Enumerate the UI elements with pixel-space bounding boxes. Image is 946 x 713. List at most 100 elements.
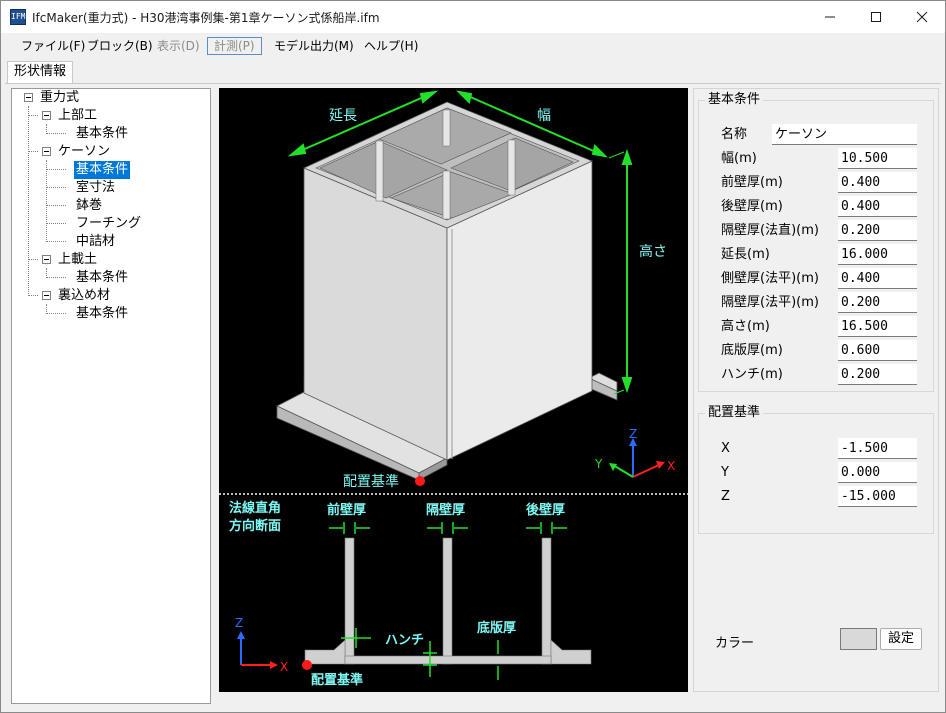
arrow-height-top <box>621 148 633 165</box>
field-label: 隔壁厚(法平)(m) <box>721 295 819 310</box>
menu-file[interactable]: ファイル(F) <box>15 37 91 55</box>
field-label: Z <box>721 489 730 504</box>
front-wall-input[interactable] <box>838 172 917 193</box>
menu-measure[interactable]: 計測(P) <box>207 37 262 55</box>
title-bar: IFM IfcMaker(重力式) - H30港湾事例集-第1章ケーソン式係船岸… <box>1 1 945 33</box>
field-label: 高さ(m) <box>721 319 770 334</box>
label-haunch: ハンチ <box>385 633 424 648</box>
tab-row: 形状情報 <box>1 59 945 83</box>
tree-connector <box>46 205 66 206</box>
maximize-button[interactable] <box>853 1 899 33</box>
field-label: Y <box>721 465 729 480</box>
field-row-haunch: ハンチ(m) <box>699 364 933 385</box>
tree-item-root[interactable]: 重力式 <box>38 89 81 107</box>
label-length: 延長 <box>329 108 357 124</box>
tree-connector <box>46 241 66 242</box>
tree-item-caisson-footing[interactable]: フーチング <box>74 215 143 233</box>
property-panel: 基本条件 名称 幅(m) 前壁厚(m) 後壁厚(m) <box>693 88 939 692</box>
tree-item-backfill[interactable]: 裏込め材 <box>56 287 112 305</box>
field-row-partition-parallel: 隔壁厚(法平)(m) <box>699 292 933 313</box>
field-label: 底版厚(m) <box>721 343 783 358</box>
tree-item-caisson-filling[interactable]: 中詰材 <box>74 233 117 251</box>
width-input[interactable] <box>838 148 917 169</box>
label-front-wall: 前壁厚 <box>327 502 366 518</box>
model-viewport[interactable]: 延長 幅 高さ 配置基準 Z X Y 法線直角 方向断面 前壁厚 隔壁厚 後壁厚… <box>219 88 688 692</box>
tree-connector <box>46 169 66 170</box>
tree-expander-superstructure[interactable] <box>42 111 51 120</box>
field-row-side-wall: 側壁厚(法平)(m) <box>699 268 933 289</box>
field-row-partition-normal: 隔壁厚(法直)(m) <box>699 220 933 241</box>
base-thickness-input[interactable] <box>838 340 917 361</box>
tree-item-surcharge[interactable]: 上載土 <box>56 251 99 269</box>
tree-connector <box>28 151 38 152</box>
tree-connector <box>46 187 66 188</box>
tab-shape-info[interactable]: 形状情報 <box>7 61 74 83</box>
minimize-button[interactable] <box>807 1 853 33</box>
field-row-base-thickness: 底版厚(m) <box>699 340 933 361</box>
placement-x-input[interactable] <box>838 438 917 459</box>
field-row-rear-wall: 後壁厚(m) <box>699 196 933 217</box>
maximize-icon <box>871 12 881 22</box>
field-label: 前壁厚(m) <box>721 175 783 190</box>
tree-view[interactable]: 重力式 上部工 基本条件 ケーソン 基本条件 室寸法 鉢巻 フーチング 中詰材 … <box>11 88 211 704</box>
content-area: 重力式 上部工 基本条件 ケーソン 基本条件 室寸法 鉢巻 フーチング 中詰材 … <box>5 83 941 709</box>
minimize-icon <box>825 16 835 18</box>
menu-help[interactable]: ヘルプ(H) <box>358 37 424 55</box>
label-partition-wall: 隔壁厚 <box>426 502 465 518</box>
tree-item-surcharge-basic[interactable]: 基本条件 <box>74 269 130 287</box>
tree-item-caisson-headband[interactable]: 鉢巻 <box>74 197 104 215</box>
menu-model-output[interactable]: モデル出力(M) <box>268 37 360 55</box>
side-wall-input[interactable] <box>838 268 917 289</box>
field-row-front-wall: 前壁厚(m) <box>699 172 933 193</box>
partition-normal-input[interactable] <box>838 220 917 241</box>
tree-expander-surcharge[interactable] <box>42 255 51 264</box>
placement-group: 配置基準 X Y Z <box>698 405 934 534</box>
basic-conditions-group: 基本条件 名称 幅(m) 前壁厚(m) 後壁厚(m) <box>698 92 934 392</box>
placement-title: 配置基準 <box>705 405 764 421</box>
tree-connector <box>46 313 66 314</box>
tree-item-caisson-room-size[interactable]: 室寸法 <box>74 179 117 197</box>
field-row-z: Z <box>699 486 933 507</box>
label-height: 高さ <box>639 243 667 260</box>
field-label: 延長(m) <box>721 247 770 262</box>
caisson-drawing: 延長 幅 高さ 配置基準 Z X Y 法線直角 方向断面 前壁厚 隔壁厚 後壁厚… <box>219 90 688 688</box>
tree-connector <box>28 106 29 296</box>
label-base-thickness: 底版厚 <box>477 620 516 636</box>
tree-expander-caisson[interactable] <box>42 147 51 156</box>
field-row-x: X <box>699 438 933 459</box>
rear-wall-input[interactable] <box>838 196 917 217</box>
axis2-z-label: Z <box>235 616 243 630</box>
tree-item-caisson-basic[interactable]: 基本条件 <box>74 161 131 179</box>
field-label: 側壁厚(法平)(m) <box>721 271 819 286</box>
tree-item-superstructure-basic[interactable]: 基本条件 <box>74 125 130 143</box>
tree-expander-root[interactable] <box>24 93 33 102</box>
close-icon <box>916 11 928 23</box>
menu-block[interactable]: ブロック(B) <box>81 37 159 55</box>
color-swatch[interactable] <box>840 628 877 650</box>
tree-connector <box>28 259 38 260</box>
tree-item-caisson[interactable]: ケーソン <box>56 143 112 161</box>
color-settings-button[interactable]: 設定 <box>880 628 922 650</box>
menu-bar: ファイル(F) ブロック(B) 表示(D) 計測(P) モデル出力(M) ヘルプ… <box>1 33 945 59</box>
field-label: 幅(m) <box>721 151 757 166</box>
field-row-height: 高さ(m) <box>699 316 933 337</box>
close-button[interactable] <box>899 1 945 33</box>
name-input[interactable] <box>772 124 917 145</box>
field-label: X <box>721 441 730 456</box>
partition-parallel-input[interactable] <box>838 292 917 313</box>
axis2-x-label: X <box>280 660 288 674</box>
haunch-input[interactable] <box>838 364 917 385</box>
axis-x-label: X <box>667 459 675 473</box>
arrow-length-left <box>287 143 307 157</box>
tree-connector <box>28 295 38 296</box>
menu-view[interactable]: 表示(D) <box>151 37 206 55</box>
placement-z-input[interactable] <box>838 486 917 507</box>
tree-item-backfill-basic[interactable]: 基本条件 <box>74 305 130 323</box>
tree-item-superstructure[interactable]: 上部工 <box>56 107 99 125</box>
field-row-y: Y <box>699 462 933 483</box>
caisson-body <box>303 101 594 461</box>
length-input[interactable] <box>838 244 917 265</box>
placement-y-input[interactable] <box>838 462 917 483</box>
tree-expander-backfill[interactable] <box>42 291 51 300</box>
height-input[interactable] <box>838 316 917 337</box>
